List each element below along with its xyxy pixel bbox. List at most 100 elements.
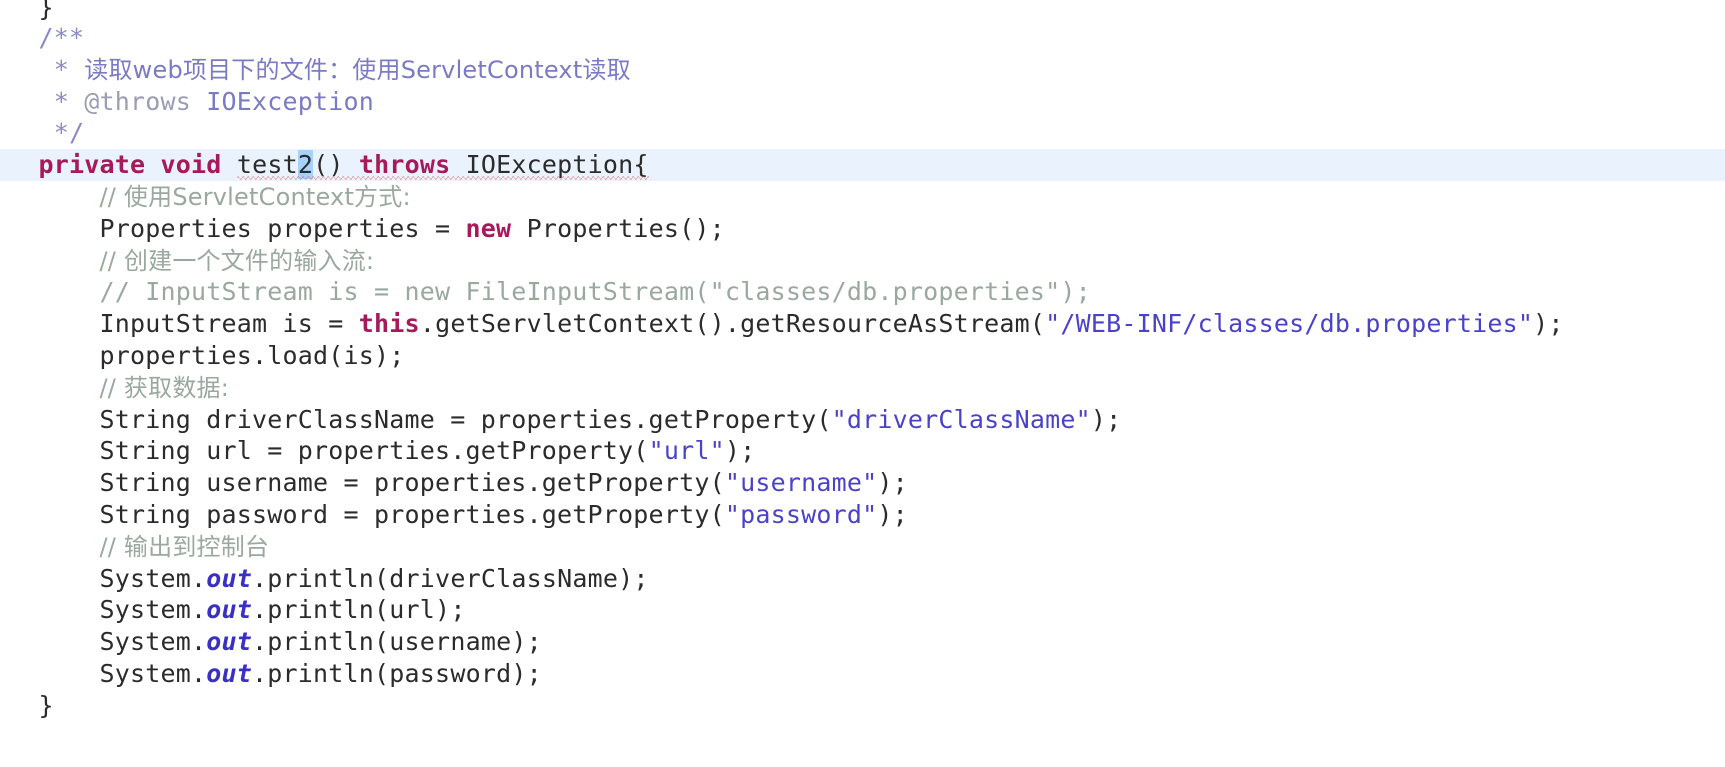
code-line[interactable]: properties.load(is); bbox=[0, 340, 1725, 372]
code-token: String username = properties.getProperty… bbox=[99, 468, 725, 498]
code-token: System. bbox=[99, 595, 207, 625]
code-token: ); bbox=[724, 436, 756, 466]
code-line[interactable]: String password = properties.getProperty… bbox=[0, 499, 1725, 531]
code-token: test bbox=[236, 150, 298, 180]
code-line[interactable]: String url = properties.getProperty("url… bbox=[0, 435, 1725, 467]
code-line[interactable]: // 使用ServletContext方式: bbox=[0, 181, 1725, 213]
code-token: throws bbox=[358, 150, 451, 180]
code-token: out bbox=[206, 595, 253, 625]
code-lines-container[interactable]: } /** * 读取web项目下的文件：使用ServletContext读取 *… bbox=[0, 0, 1725, 722]
code-token: "password" bbox=[724, 499, 878, 529]
code-token: @throws bbox=[84, 86, 192, 116]
code-line[interactable]: } bbox=[0, 690, 1725, 722]
code-token: String driverClassName = properties.getP… bbox=[99, 404, 832, 434]
code-line[interactable]: */ bbox=[0, 117, 1725, 149]
code-token: System. bbox=[99, 658, 207, 688]
code-token: "username" bbox=[724, 468, 878, 498]
code-token: out bbox=[206, 658, 253, 688]
code-line[interactable]: Properties properties = new Properties()… bbox=[0, 213, 1725, 245]
code-line[interactable]: // InputStream is = new FileInputStream(… bbox=[0, 276, 1725, 308]
code-token: String password = properties.getProperty… bbox=[99, 499, 725, 529]
code-token: .println(username); bbox=[252, 627, 542, 657]
code-token: private bbox=[38, 150, 146, 180]
code-token: 读取web项目下的文件：使用ServletContext读取 bbox=[84, 55, 631, 84]
code-token: } bbox=[38, 0, 54, 22]
code-line[interactable]: System.out.println(username); bbox=[0, 626, 1725, 658]
code-line[interactable]: // 获取数据: bbox=[0, 372, 1725, 404]
code-token: Properties(); bbox=[511, 213, 725, 243]
code-line[interactable]: // 创建一个文件的输入流: bbox=[0, 245, 1725, 277]
code-token: .println(url); bbox=[252, 595, 466, 625]
code-token: // 创建一个文件的输入流: bbox=[99, 246, 375, 275]
code-token: /** bbox=[38, 23, 85, 52]
code-token: */ bbox=[8, 118, 85, 148]
code-token: "url" bbox=[648, 436, 725, 466]
code-token: out bbox=[206, 563, 253, 593]
error-squiggle: test2() throws IOException{ bbox=[236, 149, 649, 181]
code-line[interactable]: InputStream is = this.getServletContext(… bbox=[0, 308, 1725, 340]
code-token: } bbox=[38, 690, 54, 720]
code-token: System. bbox=[99, 627, 207, 657]
code-token: * bbox=[8, 86, 85, 116]
code-line[interactable]: * 读取web项目下的文件：使用ServletContext读取 bbox=[0, 54, 1725, 86]
code-token: "/WEB-INF/classes/db.properties" bbox=[1045, 309, 1534, 339]
code-line[interactable]: String username = properties.getProperty… bbox=[0, 467, 1725, 499]
code-line[interactable]: /** bbox=[0, 22, 1725, 54]
code-token: // 使用ServletContext方式: bbox=[99, 182, 411, 211]
code-line[interactable]: System.out.println(driverClassName); bbox=[0, 563, 1725, 595]
code-editor[interactable]: } /** * 读取web项目下的文件：使用ServletContext读取 *… bbox=[0, 0, 1725, 767]
code-token: Properties properties = bbox=[99, 213, 466, 243]
code-token: ); bbox=[877, 468, 908, 498]
code-token: IOException{ bbox=[465, 150, 649, 180]
code-line[interactable]: // 输出到控制台 bbox=[0, 531, 1725, 563]
code-token: new bbox=[465, 213, 512, 243]
code-token: // InputStream is = new FileInputStream(… bbox=[99, 277, 1091, 307]
code-token: "driverClassName" bbox=[831, 404, 1091, 434]
code-token: .println(driverClassName); bbox=[252, 563, 649, 593]
code-line[interactable]: private void test2() throws IOException{ bbox=[0, 149, 1725, 181]
code-token: .println(password); bbox=[252, 658, 542, 688]
code-token: out bbox=[206, 627, 253, 657]
selected-text: 2 bbox=[297, 150, 314, 180]
code-token: System. bbox=[99, 563, 207, 593]
code-line[interactable]: System.out.println(url); bbox=[0, 594, 1725, 626]
code-line[interactable]: } bbox=[0, 0, 1725, 22]
code-token: InputStream is = bbox=[99, 309, 359, 339]
code-line[interactable]: System.out.println(password); bbox=[0, 658, 1725, 690]
code-token: properties.load(is); bbox=[99, 340, 405, 370]
code-token: void bbox=[160, 150, 222, 180]
code-token: ); bbox=[877, 499, 908, 529]
code-token: * bbox=[8, 54, 85, 84]
code-token: IOException bbox=[206, 86, 375, 116]
code-token: () bbox=[313, 150, 359, 180]
code-line[interactable]: String driverClassName = properties.getP… bbox=[0, 404, 1725, 436]
code-token: // 输出到控制台 bbox=[99, 532, 270, 561]
code-token: String url = properties.getProperty( bbox=[99, 436, 649, 466]
code-token: // 获取数据: bbox=[99, 373, 230, 402]
code-token: .getServletContext().getResourceAsStream… bbox=[419, 309, 1046, 339]
code-line[interactable]: * @throws IOException bbox=[0, 86, 1725, 118]
code-token: ); bbox=[1090, 404, 1122, 434]
